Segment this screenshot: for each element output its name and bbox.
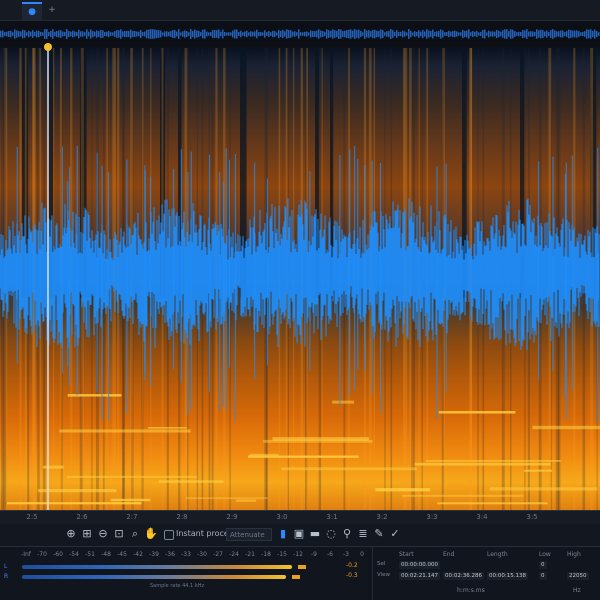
frequency-units-label: Hz (573, 587, 581, 594)
meter-scale-tick: -36 (165, 551, 175, 558)
meter-scale: -Inf -70 -60 -54 -51 -48 -45 -42 -39 -36 -33 -30 -27… (18, 551, 364, 561)
bottom-panel: -Inf -70 -60 -54 -51 -48 -45 -42 -39 -36 -33 -30 -27… (0, 547, 600, 600)
file-tab[interactable]: ● (22, 2, 42, 20)
playhead-handle[interactable] (44, 43, 52, 51)
meter-scale-tick: -33 (181, 551, 191, 558)
zoom-selection-icon[interactable]: ⊡ (112, 527, 126, 541)
overview-waveform (0, 29, 600, 39)
ruler-tick: 2:6 (76, 513, 88, 521)
selection-header: Length (487, 551, 508, 558)
selection-value-field[interactable]: 00:02:21.147 (399, 572, 440, 580)
brush-icon[interactable]: ✎ (372, 527, 386, 541)
meter-scale-tick: -45 (117, 551, 127, 558)
meter-scale-tick: -15 (277, 551, 287, 558)
zoom-fit-icon[interactable]: ⊞ (80, 527, 94, 541)
waveform (0, 145, 600, 423)
time-frequency-selection-icon[interactable]: ▣ (292, 527, 306, 541)
ruler-tick: 3:1 (326, 513, 338, 521)
magnifier-icon[interactable]: ⌕ (128, 527, 142, 541)
hand-icon[interactable]: ✋ (144, 527, 158, 541)
waveform-overview[interactable] (0, 21, 600, 47)
selection-info-panel: Start End Length Low High Sel 00:00:00.000 0 Vie… (372, 547, 600, 600)
ruler-tick: 2:8 (176, 513, 188, 521)
instant-process-checkbox[interactable] (164, 530, 174, 540)
selection-row-label: Sel (377, 561, 386, 567)
meter-scale-tick: -54 (69, 551, 79, 558)
meter-scale-tick: -27 (213, 551, 223, 558)
meter-scale-tick: -42 (133, 551, 143, 558)
selection-value-field[interactable]: 00:00:15.138 (487, 572, 528, 580)
meter-peak-value: -0.3 (346, 572, 358, 579)
selection-value-field[interactable]: 0 (539, 572, 547, 580)
plus-icon: + (48, 5, 56, 15)
selection-header: End (443, 551, 455, 558)
selection-value-field[interactable]: 00:02:36.286 (443, 572, 484, 580)
meter-peak-indicator (297, 565, 306, 569)
zoom-in-icon[interactable]: ⊕ (64, 527, 78, 541)
meter-peak-indicator (292, 575, 301, 579)
meter-footer: Sample rate 44.1 kHz (150, 583, 205, 589)
magic-wand-icon[interactable]: ⚲ (340, 527, 354, 541)
selection-row-label: View (377, 572, 391, 578)
meter-scale-tick: 0 (360, 551, 364, 558)
meter-scale-tick: -60 (53, 551, 63, 558)
meter-left-label: L (4, 563, 8, 570)
ruler-tick: 3:0 (276, 513, 288, 521)
meter-scale-tick: -24 (229, 551, 239, 558)
add-tab-button[interactable]: + (42, 2, 62, 18)
view-toolbar: ⊕ ⊞ ⊖ ⊡ ⌕ ✋ Instant process Attenuate ▮ ▣ ▬ ◌ ⚲ ≣ ✎… (0, 524, 600, 547)
selection-header: Low (539, 551, 551, 558)
selection-header: High (567, 551, 581, 558)
meter-scale-tick: -30 (197, 551, 207, 558)
level-meter-left (22, 565, 292, 569)
selection-value-field[interactable]: 00:00:00.000 (399, 561, 440, 569)
ruler-tick: 3:2 (376, 513, 388, 521)
time-units-label: h:m:s.ms (457, 587, 485, 594)
zoom-out-icon[interactable]: ⊖ (96, 527, 110, 541)
level-meter-right (22, 575, 287, 579)
meter-scale-tick: -21 (245, 551, 255, 558)
lasso-icon[interactable]: ◌ (324, 527, 338, 541)
selection-value-field[interactable]: 0 (539, 561, 547, 569)
meter-scale-tick: -48 (101, 551, 111, 558)
meter-peak-value: -0.2 (346, 562, 358, 569)
selection-value-field[interactable]: 22050 (567, 572, 589, 580)
meter-scale-tick: -12 (293, 551, 303, 558)
meter-scale-tick: -9 (311, 551, 317, 558)
spectrogram-view[interactable] (0, 48, 600, 510)
meter-scale-tick: -70 (37, 551, 47, 558)
time-ruler[interactable]: 2:5 2:6 2:7 2:8 2:9 3:0 3:1 3:2 3:3 3:4 3:5 (0, 510, 600, 525)
ruler-tick: 3:4 (476, 513, 488, 521)
meter-scale-tick: -6 (327, 551, 333, 558)
ruler-tick: 2:5 (26, 513, 38, 521)
ruler-tick: 2:7 (126, 513, 138, 521)
file-tab-icon: ● (28, 7, 36, 17)
meter-scale-tick: -Inf (21, 551, 31, 558)
meter-scale-tick: -3 (343, 551, 349, 558)
process-mode-select[interactable]: Attenuate (226, 528, 272, 541)
time-selection-icon[interactable]: ▮ (276, 527, 290, 541)
harmonic-selection-icon[interactable]: ≣ (356, 527, 370, 541)
selection-header: Start (399, 551, 414, 558)
frequency-selection-icon[interactable]: ▬ (308, 527, 322, 541)
ruler-tick: 3:5 (526, 513, 538, 521)
tab-bar: ● + (0, 0, 600, 21)
meter-right-label: R (4, 573, 9, 580)
playhead[interactable] (47, 48, 49, 510)
ruler-tick: 3:3 (426, 513, 438, 521)
meter-scale-tick: -18 (261, 551, 271, 558)
meter-scale-tick: -39 (149, 551, 159, 558)
check-icon[interactable]: ✓ (388, 527, 402, 541)
meter-scale-tick: -51 (85, 551, 95, 558)
ruler-tick: 2:9 (226, 513, 238, 521)
